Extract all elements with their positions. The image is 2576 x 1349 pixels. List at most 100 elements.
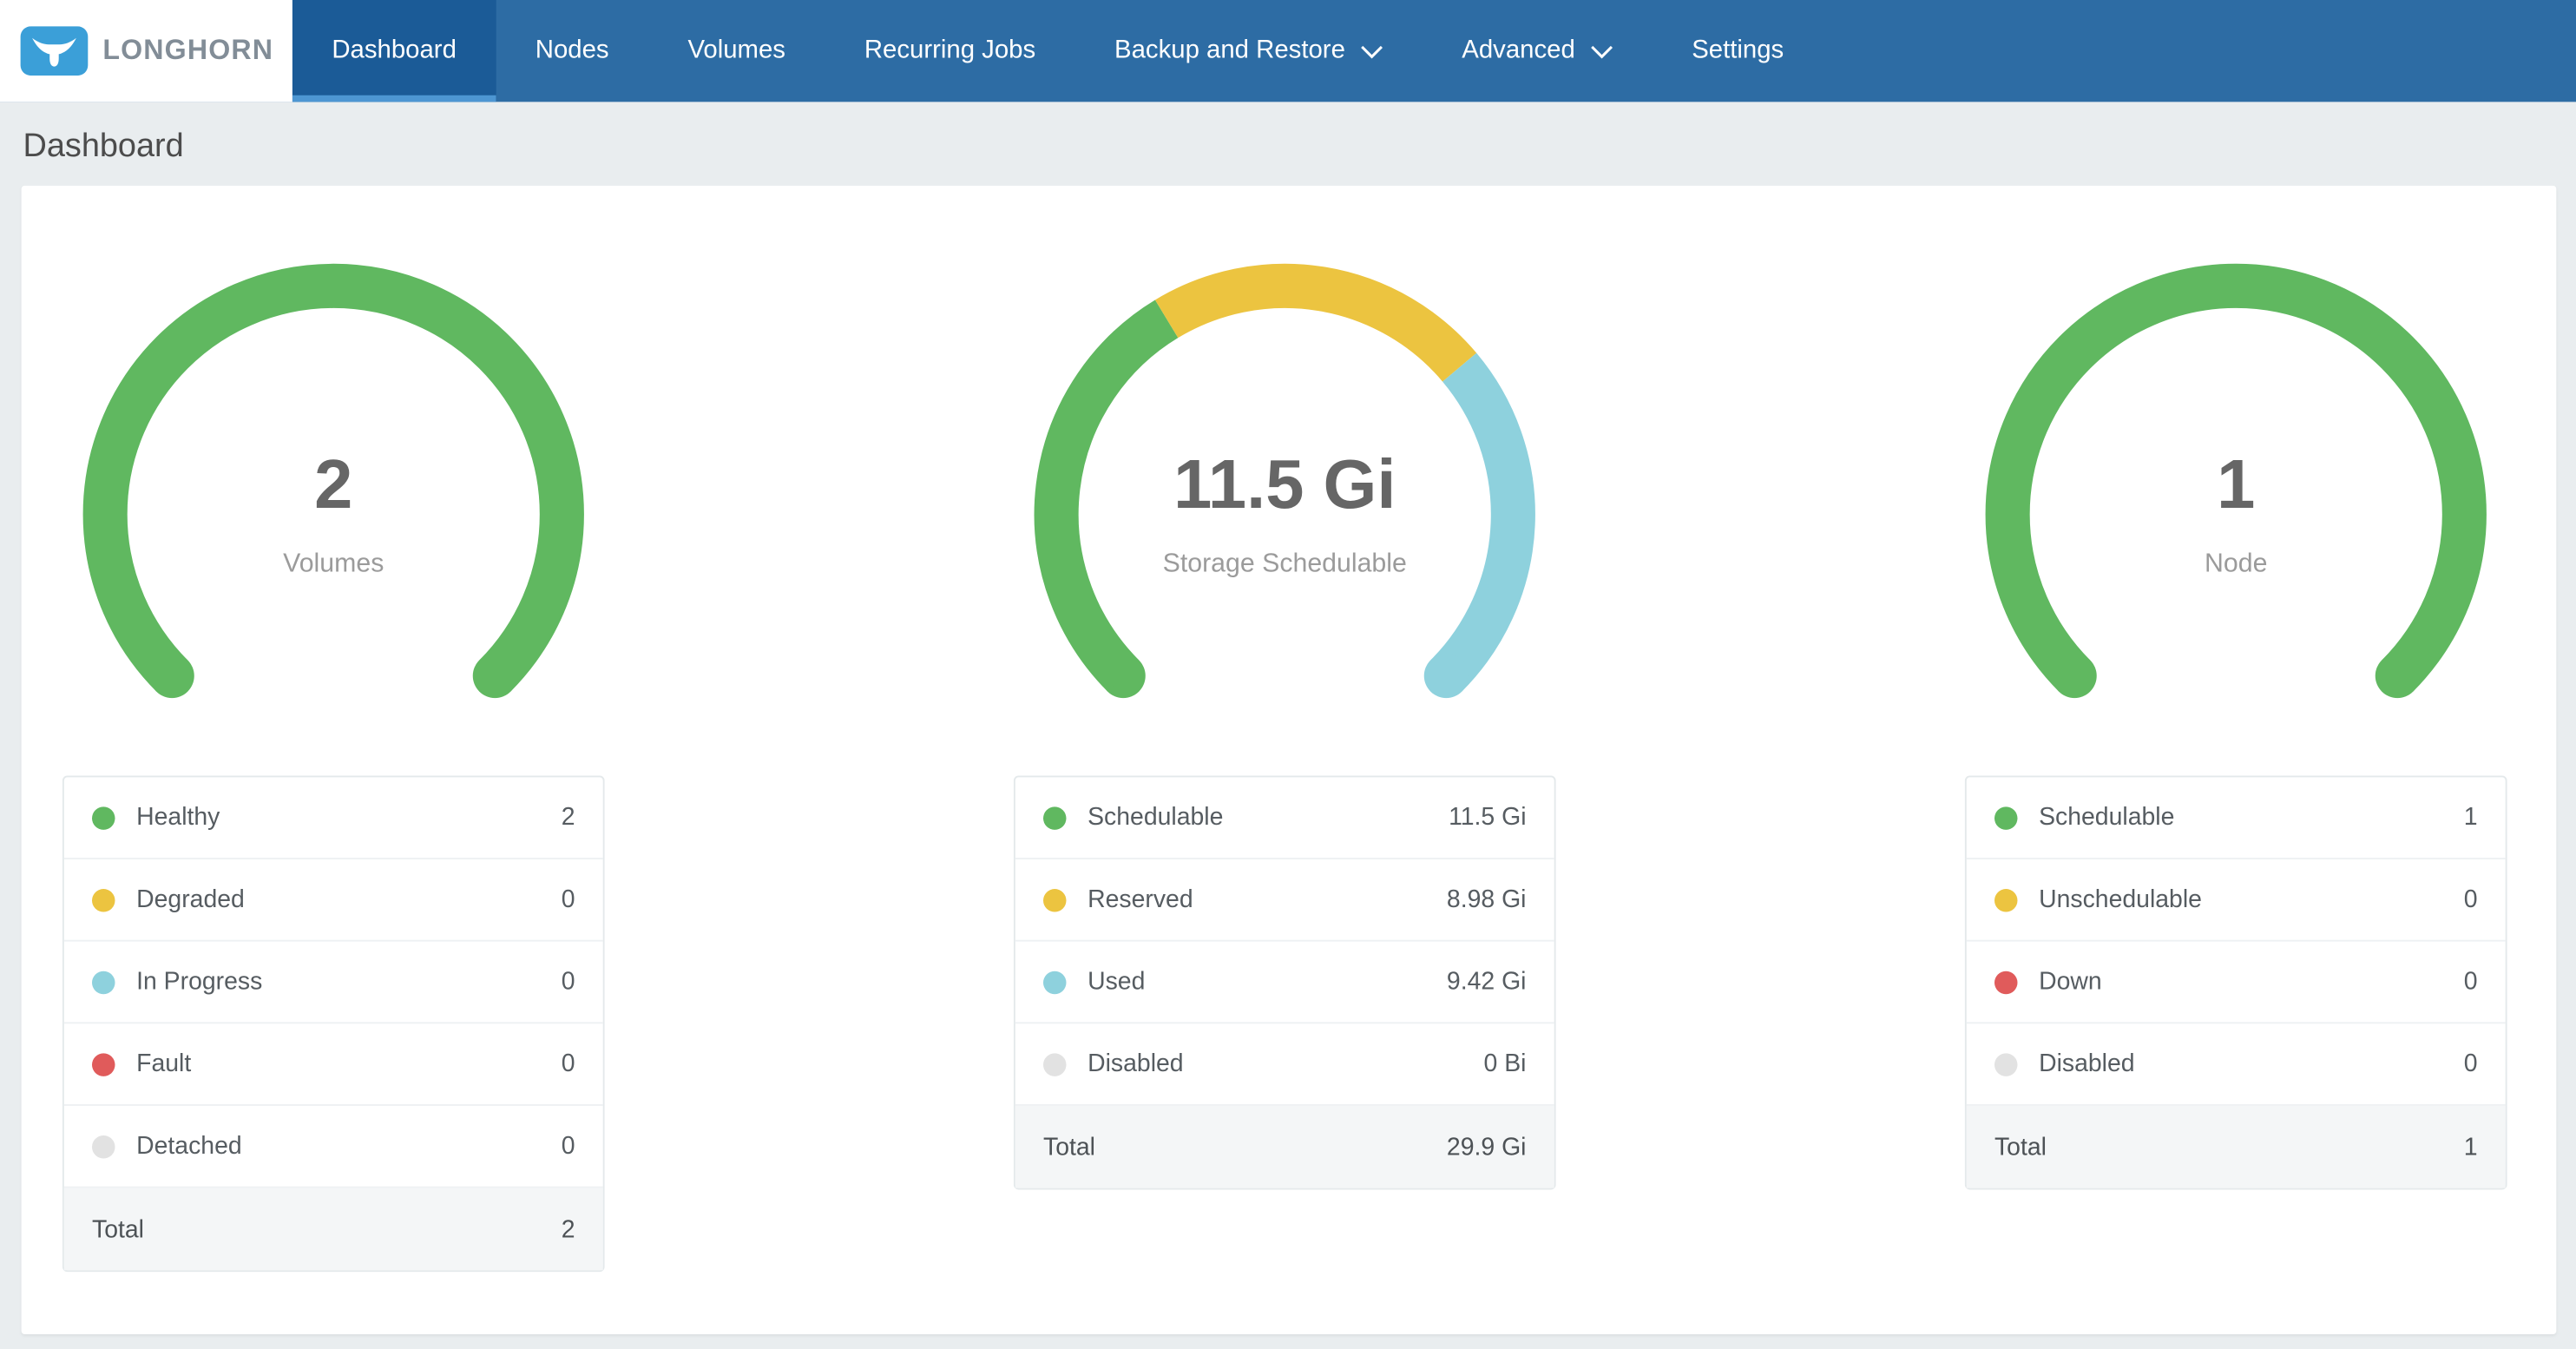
nav-item-label: Volumes xyxy=(687,36,785,66)
gauge-arc-segment xyxy=(2008,286,2464,675)
yellow-status-dot xyxy=(92,888,115,911)
nav-item-label: Advanced xyxy=(1462,36,1575,66)
top-navbar: LONGHORN Dashboard Nodes Volumes Recurri… xyxy=(0,0,2576,102)
legend-total-value: 2 xyxy=(562,1215,575,1243)
storage-chart-column: 11.5 Gi Storage Schedulable Schedulable 1… xyxy=(1014,260,1556,1272)
legend-row: Unschedulable 0 xyxy=(1967,859,2506,942)
nav-item-label: Backup and Restore xyxy=(1114,36,1345,66)
legend-label: Unschedulable xyxy=(2039,885,2202,913)
gauge-arc-segment xyxy=(1446,367,1513,675)
nav-items: Dashboard Nodes Volumes Recurring Jobs B… xyxy=(292,0,1824,102)
nav-item-advanced[interactable]: Advanced xyxy=(1423,0,1653,102)
legend-row: Down 0 xyxy=(1967,942,2506,1024)
volumes-chart-column: 2 Volumes Healthy 2 Degraded 0 In Progress 0 F… xyxy=(62,260,605,1272)
nav-item-label: Nodes xyxy=(536,36,609,66)
nav-item-dashboard[interactable]: Dashboard xyxy=(292,0,496,102)
legend-row: Healthy 2 xyxy=(64,777,603,859)
green-status-dot xyxy=(92,806,115,829)
legend-total-label: Total xyxy=(92,1215,144,1243)
gauge-arc-cap xyxy=(1424,654,1469,698)
brand-name: LONGHORN xyxy=(102,35,273,68)
legend-label: Detached xyxy=(136,1132,242,1160)
nav-item-settings[interactable]: Settings xyxy=(1653,0,1824,102)
legend-label: Fault xyxy=(136,1050,191,1078)
legend-label: In Progress xyxy=(136,968,262,996)
legend-value: 0 Bi xyxy=(1484,1050,1527,1078)
volumes-gauge: 2 Volumes xyxy=(79,260,588,769)
charts-row: 2 Volumes Healthy 2 Degraded 0 In Progress 0 F… xyxy=(62,260,2507,1272)
blue-status-dot xyxy=(92,971,115,994)
legend-total-label: Total xyxy=(1043,1133,1095,1161)
gray-status-dot xyxy=(92,1135,115,1158)
nav-item-volumes[interactable]: Volumes xyxy=(648,0,825,102)
storage-gauge-chart xyxy=(1030,260,1540,769)
legend-value: 0 xyxy=(562,1050,575,1078)
chevron-down-icon xyxy=(1360,43,1383,58)
gauge-arc-segment xyxy=(105,286,562,675)
gray-status-dot xyxy=(1994,1052,2018,1076)
gray-status-dot xyxy=(1043,1052,1067,1076)
red-status-dot xyxy=(92,1052,115,1076)
gauge-arc-cap xyxy=(2376,654,2420,698)
legend-value: 0 xyxy=(2464,1050,2478,1078)
app-window: LONGHORN Dashboard Nodes Volumes Recurri… xyxy=(0,0,2576,1349)
legend-label: Degraded xyxy=(136,885,245,913)
brand-logo[interactable]: LONGHORN xyxy=(0,0,292,102)
legend-value: 8.98 Gi xyxy=(1447,885,1527,913)
legend-value: 11.5 Gi xyxy=(1449,804,1526,832)
legend-row: Disabled 0 Bi xyxy=(1015,1023,1554,1106)
legend-row: In Progress 0 xyxy=(64,942,603,1024)
storage-gauge: 11.5 Gi Storage Schedulable xyxy=(1030,260,1540,769)
volumes-gauge-chart xyxy=(79,260,588,769)
legend-value: 0 xyxy=(2464,968,2478,996)
legend-value: 0 xyxy=(2464,885,2478,913)
longhorn-bull-icon xyxy=(19,26,89,76)
legend-value: 0 xyxy=(562,885,575,913)
yellow-status-dot xyxy=(1043,888,1067,911)
legend-label: Schedulable xyxy=(2039,804,2174,832)
node-gauge: 1 Node xyxy=(1981,260,2491,769)
page-content: Dashboard 2 Volumes Healthy2Degraded0In … xyxy=(0,128,2576,1334)
page-title: Dashboard xyxy=(23,128,2557,167)
legend-value: 9.42 Gi xyxy=(1447,968,1527,996)
legend-total-row: Total 2 xyxy=(64,1188,603,1271)
node-legend: Schedulable 1 Unschedulable 0 Down 0 Disabled 0… xyxy=(1965,775,2507,1189)
legend-label: Disabled xyxy=(2039,1050,2134,1078)
legend-label: Healthy xyxy=(136,804,220,832)
legend-total-row: Total 29.9 Gi xyxy=(1015,1106,1554,1188)
legend-label: Reserved xyxy=(1088,885,1193,913)
legend-label: Disabled xyxy=(1088,1050,1183,1078)
legend-total-value: 1 xyxy=(2464,1133,2478,1161)
nav-item-nodes[interactable]: Nodes xyxy=(496,0,648,102)
legend-label: Schedulable xyxy=(1088,804,1223,832)
legend-row: Disabled 0 xyxy=(1967,1023,2506,1106)
legend-value: 2 xyxy=(562,804,575,832)
legend-row: Detached 0 xyxy=(64,1106,603,1188)
node-gauge-chart xyxy=(1981,260,2491,769)
legend-label: Used xyxy=(1088,968,1145,996)
nav-item-backup-and-restore[interactable]: Backup and Restore xyxy=(1075,0,1423,102)
legend-label: Down xyxy=(2039,968,2102,996)
red-status-dot xyxy=(1994,971,2018,994)
nav-item-label: Settings xyxy=(1692,36,1784,66)
dashboard-card: 2 Volumes Healthy 2 Degraded 0 In Progress 0 F… xyxy=(22,186,2557,1334)
legend-value: 0 xyxy=(562,968,575,996)
legend-total-row: Total 1 xyxy=(1967,1106,2506,1188)
blue-status-dot xyxy=(1043,971,1067,994)
storage-legend: Schedulable 11.5 Gi Reserved 8.98 Gi Used 9.4… xyxy=(1014,775,1556,1189)
chevron-down-icon xyxy=(1590,43,1613,58)
legend-total-label: Total xyxy=(1994,1133,2047,1161)
green-status-dot xyxy=(1994,806,2018,829)
gauge-arc-cap xyxy=(473,654,517,698)
node-chart-column: 1 Node Schedulable1Unschedulable0Down0Di… xyxy=(1965,260,2507,1272)
nav-item-label: Recurring Jobs xyxy=(864,36,1035,66)
volumes-legend: Healthy2Degraded0In Progress0Fault0Detac… xyxy=(62,775,605,1272)
green-status-dot xyxy=(1043,806,1067,829)
nav-item-recurring-jobs[interactable]: Recurring Jobs xyxy=(825,0,1074,102)
legend-total-value: 29.9 Gi xyxy=(1447,1133,1527,1161)
legend-value: 0 xyxy=(562,1132,575,1160)
legend-value: 1 xyxy=(2464,804,2478,832)
yellow-status-dot xyxy=(1994,888,2018,911)
legend-row: Schedulable 1 xyxy=(1967,777,2506,859)
nav-item-label: Dashboard xyxy=(332,36,457,66)
